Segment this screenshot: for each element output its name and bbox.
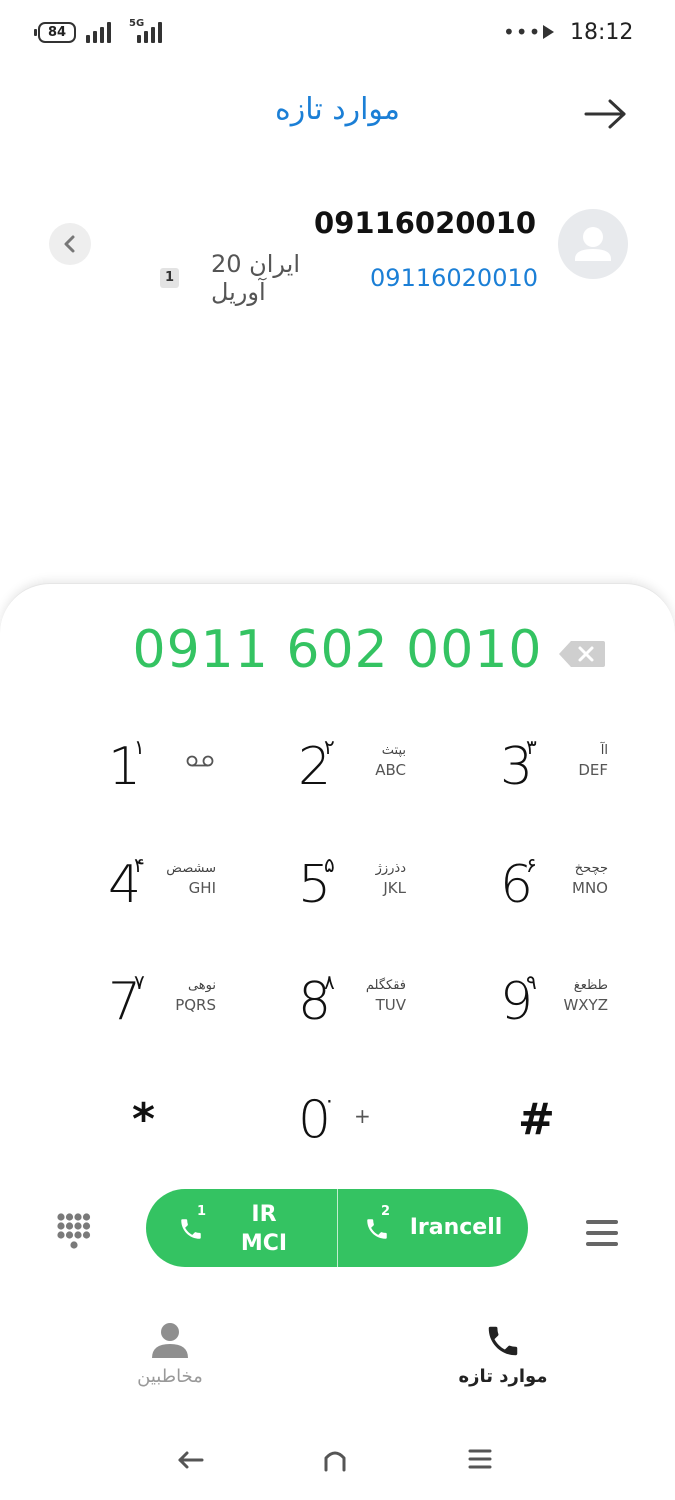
call-buttons: 1 IR MCI 2 Irancell xyxy=(146,1189,528,1267)
key-persian-digit: ۱ xyxy=(134,735,145,759)
key-latin-letters: ABC xyxy=(375,761,406,779)
sim2-number: 2 xyxy=(381,1204,391,1219)
key-persian-digit: ۲ xyxy=(324,735,335,759)
tab-recents-label: موارد تازه xyxy=(458,1366,548,1387)
key-latin-letters: PQRS xyxy=(175,996,216,1014)
signal-strength-icon-sim2 xyxy=(137,21,162,43)
key-persian-digit: ۷ xyxy=(134,970,145,994)
sim1-label: IR MCI xyxy=(240,1202,288,1256)
play-store-icon xyxy=(543,25,554,39)
expand-details-button[interactable] xyxy=(49,223,91,265)
key-persian-letters: نوهی xyxy=(187,978,216,993)
key-4[interactable]: 4 ۴ سشصض GHI xyxy=(108,845,288,935)
sim1-number: 1 xyxy=(197,1204,207,1219)
voicemail-icon xyxy=(186,755,214,767)
dialpad-icon[interactable] xyxy=(56,1212,92,1256)
system-recents-icon[interactable] xyxy=(460,1440,500,1480)
key-persian-digit: ۸ xyxy=(324,970,335,994)
person-icon xyxy=(152,1323,188,1358)
key-persian-digit: ۶ xyxy=(526,853,537,877)
key-hash[interactable]: # xyxy=(500,1080,675,1170)
key-latin-letters: TUV xyxy=(375,996,406,1014)
tab-contacts[interactable]: مخاطبین xyxy=(80,1316,260,1396)
key-persian-digit: ۹ xyxy=(526,970,537,994)
phone-icon xyxy=(181,1219,201,1239)
key-persian-letters: جچحخ xyxy=(574,861,608,876)
backspace-icon[interactable] xyxy=(557,639,607,669)
key-1[interactable]: 1۱ xyxy=(108,727,288,817)
tab-recents[interactable]: موارد تازه xyxy=(413,1316,593,1396)
battery-icon: 84 xyxy=(34,22,76,43)
system-home-icon[interactable] xyxy=(315,1440,355,1480)
chevron-left-icon xyxy=(64,235,75,253)
status-time: 18:12 xyxy=(570,20,634,45)
back-arrow-icon[interactable] xyxy=(584,94,628,134)
menu-icon[interactable] xyxy=(584,1217,620,1249)
battery-level: 84 xyxy=(47,25,67,40)
phone-icon xyxy=(488,1326,518,1356)
person-icon xyxy=(575,227,611,261)
key-persian-digit: ۳ xyxy=(526,735,537,759)
key-2[interactable]: 2 ۲ بپتث ABC xyxy=(298,727,478,817)
status-bar: 84 5G ••• 18:12 xyxy=(0,0,675,66)
call-sim2-button[interactable]: 2 Irancell xyxy=(337,1189,528,1267)
key-digit: * xyxy=(132,1094,156,1145)
key-latin-letters: JKL xyxy=(383,879,406,897)
key-persian-digit: ۴ xyxy=(134,853,145,877)
key-persian-digit: ۰ xyxy=(324,1088,335,1112)
phone-icon xyxy=(367,1219,387,1239)
key-persian-letters: طظعغ xyxy=(573,978,608,993)
call-date-location: ایران 20 آوریل xyxy=(210,250,301,306)
page-title: موارد تازه xyxy=(275,92,400,127)
key-0[interactable]: 0 ۰ + xyxy=(298,1080,478,1170)
key-persian-digit: ۵ xyxy=(324,853,335,877)
key-persian-letters: سشصض xyxy=(166,861,216,876)
avatar[interactable] xyxy=(558,209,628,279)
key-persian-letters: فقکگلم xyxy=(365,978,406,993)
contact-name[interactable]: 09116020010 xyxy=(300,206,536,240)
key-persian-letters: اآ xyxy=(600,743,608,758)
key-6[interactable]: 6 ۶ جچحخ MNO xyxy=(500,845,675,935)
key-latin-letters: WXYZ xyxy=(563,996,608,1014)
system-back-icon[interactable] xyxy=(170,1440,210,1480)
key-latin-letters: GHI xyxy=(188,879,216,897)
key-persian-letters: دذرزژ xyxy=(375,861,406,876)
sim2-label: Irancell xyxy=(409,1215,503,1240)
key-digit: # xyxy=(518,1094,555,1145)
key-8[interactable]: 8 ۸ فقکگلم TUV xyxy=(298,962,478,1052)
key-latin-letters: MNO xyxy=(572,879,608,897)
sim-badge: 1 xyxy=(160,268,179,288)
key-latin-letters: DEF xyxy=(578,761,608,779)
key-9[interactable]: 9 ۹ طظعغ WXYZ xyxy=(500,962,675,1052)
call-number: 09116020010 xyxy=(370,264,538,292)
key-7[interactable]: 7 ۷ نوهی PQRS xyxy=(108,962,288,1052)
tab-contacts-label: مخاطبین xyxy=(137,1366,203,1387)
key-3[interactable]: 3 ۳ اآ DEF xyxy=(500,727,675,817)
key-persian-letters: بپتث xyxy=(381,743,406,758)
signal-strength-icon xyxy=(86,21,111,43)
call-sim1-button[interactable]: 1 IR MCI xyxy=(146,1189,337,1267)
key-5[interactable]: 5 ۵ دذرزژ JKL xyxy=(298,845,478,935)
dialed-number[interactable]: 0911 602 0010 xyxy=(110,620,565,680)
key-star[interactable]: * xyxy=(108,1080,288,1170)
call-details: 09116020010 ایران 20 آوریل 1 xyxy=(160,250,538,306)
key-plus-label: + xyxy=(354,1104,371,1128)
more-notifications-icon: ••• xyxy=(503,20,542,44)
